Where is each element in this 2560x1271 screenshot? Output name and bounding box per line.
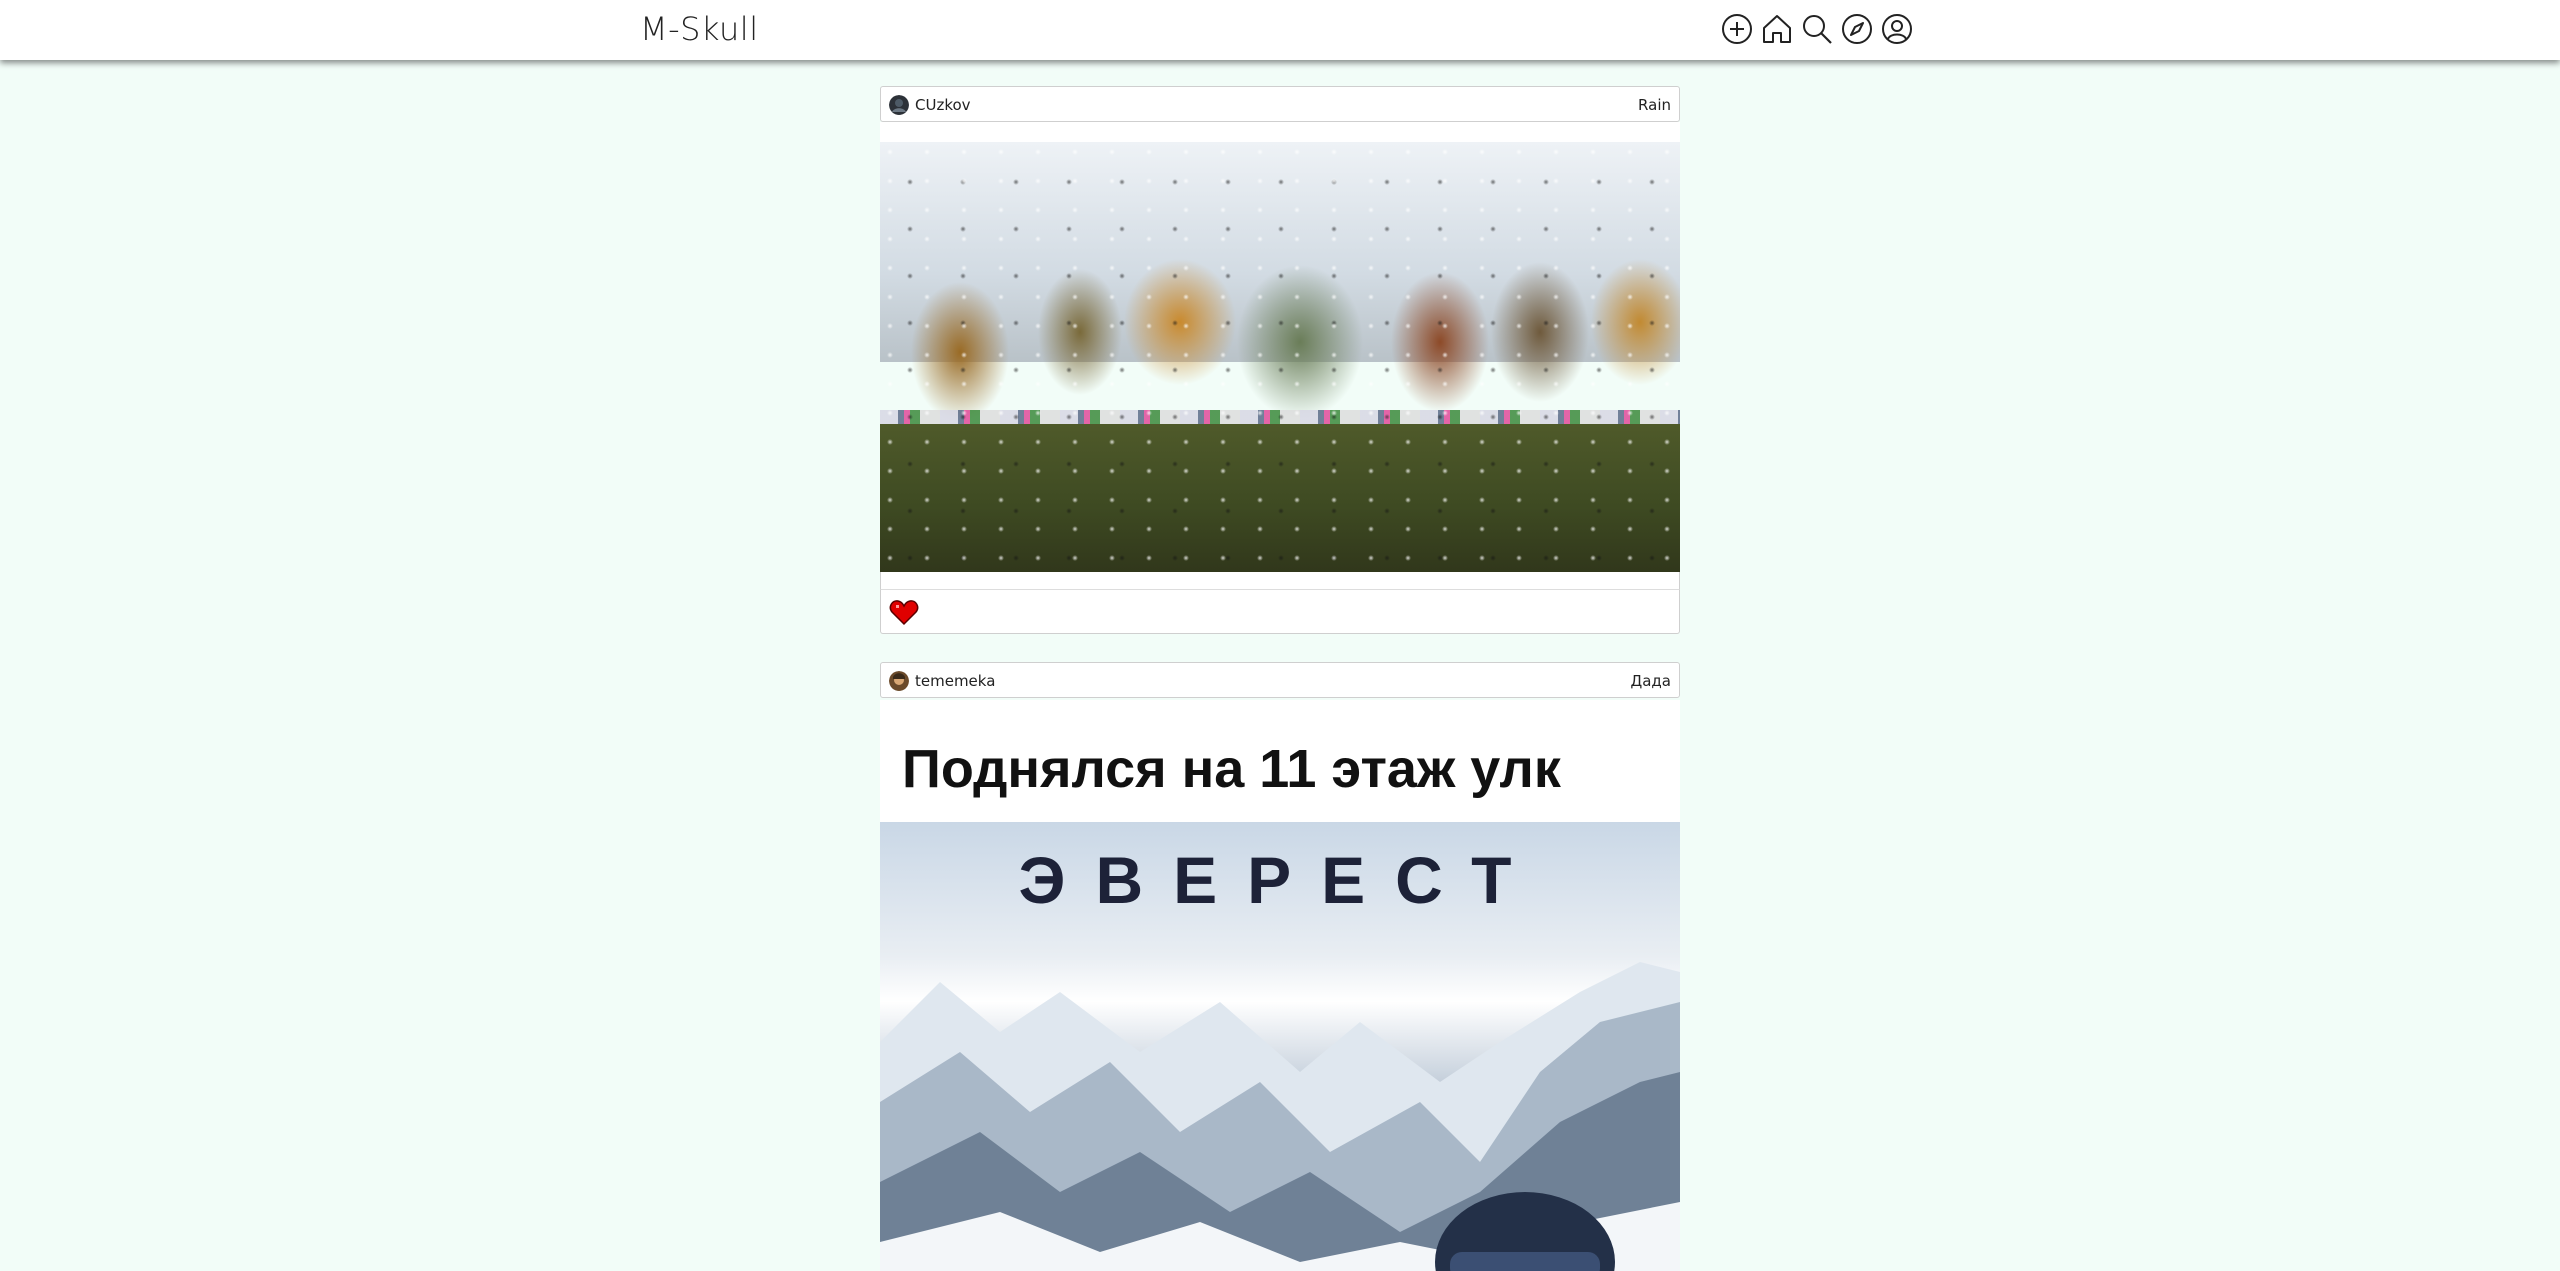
avatar[interactable] — [889, 671, 909, 691]
add-post-button[interactable] — [1721, 13, 1753, 45]
add-icon — [1722, 14, 1752, 44]
post-caption: Поднялся на 11 этаж улк — [902, 739, 1561, 799]
search-icon — [1803, 15, 1832, 44]
post-caption-area: Поднялся на 11 этаж улк — [880, 700, 1680, 822]
search-button[interactable] — [1801, 13, 1833, 45]
top-navigation-bar: M-Skull — [0, 0, 2560, 60]
post-footer — [880, 590, 1680, 634]
post-image: ЭВЕРЕСТ — [880, 822, 1680, 1271]
nav-icons — [1721, 13, 1913, 45]
post-image — [880, 142, 1680, 572]
post-image-bottom-strip — [880, 572, 1680, 590]
like-heart-icon[interactable] — [889, 598, 919, 626]
app-logo[interactable]: M-Skull — [640, 10, 759, 48]
post-header: CUzkov Rain — [880, 86, 1680, 122]
post-image-top-strip — [880, 122, 1680, 142]
explore-button[interactable] — [1841, 13, 1873, 45]
home-button[interactable] — [1761, 13, 1793, 45]
post-header: tememeka Дада — [880, 662, 1680, 698]
explore-icon — [1842, 14, 1872, 44]
image-title-text: ЭВЕРЕСТ — [1018, 843, 1542, 917]
post-title: Дада — [1630, 672, 1671, 690]
avatar[interactable] — [889, 95, 909, 115]
profile-button[interactable] — [1881, 13, 1913, 45]
post-username[interactable]: CUzkov — [915, 96, 971, 114]
post-username[interactable]: tememeka — [915, 672, 995, 690]
mountains-graphic — [880, 962, 1680, 1271]
profile-icon — [1882, 14, 1912, 44]
home-icon — [1763, 15, 1791, 43]
post-title: Rain — [1638, 96, 1671, 114]
